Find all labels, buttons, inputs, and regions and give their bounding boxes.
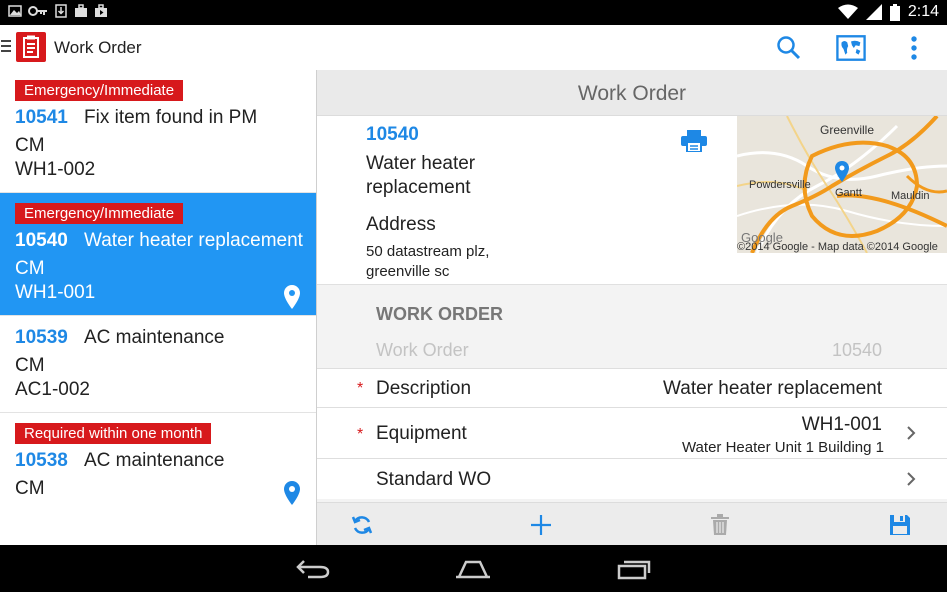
map-thumbnail[interactable]: Greenville Powdersville Gantt Mauldin Go… [737,116,947,253]
list-item[interactable]: 10539 AC maintenance CM AC1-002 [0,316,316,413]
map-label-gantt: Gantt [835,187,862,199]
system-nav-bar [0,545,947,592]
description-label: Description [376,378,472,399]
map-button[interactable] [836,33,866,63]
item-code: AC1-002 [15,379,90,400]
chevron-right-icon[interactable] [906,426,916,440]
chevron-right-icon[interactable] [906,472,916,486]
description-field[interactable]: * Description Water heater replacement [317,368,947,407]
back-button[interactable] [293,557,333,581]
item-title: Fix item found in PM [84,107,258,128]
item-type: CM [15,355,45,376]
item-title: AC maintenance [84,327,225,348]
key-icon [28,6,47,16]
location-pin-icon[interactable] [284,481,300,505]
status-time: 2:14 [907,3,939,20]
home-button[interactable] [453,557,493,581]
map-label-greenville: Greenville [820,123,874,137]
address-text: 50 datastream plz, greenville sc [366,243,490,280]
summary-card: 10540 Water heater replacement Address 5… [317,116,947,285]
item-type: CM [15,135,45,156]
required-mark: * [357,380,364,397]
item-code: WH1-001 [15,282,96,303]
search-button[interactable] [774,33,804,63]
address-label: Address [366,214,436,235]
refresh-icon [351,516,373,534]
priority-badge: Emergency/Immediate [15,80,184,101]
back-icon [296,560,330,579]
readonly-field-label: Work Order [376,340,469,360]
briefcase-icon [75,4,87,17]
wifi-icon [837,4,858,19]
location-pin-icon[interactable] [284,285,300,309]
app-bar: Work Order [0,25,947,71]
standard-wo-field[interactable]: Standard WO [317,458,947,499]
refresh-button[interactable] [350,513,374,537]
action-bar [317,502,947,545]
detail-header: Work Order [317,70,947,116]
priority-badge: Required within one month [15,423,212,444]
play-store-icon [95,4,107,17]
map-label-powdersville: Powdersville [749,179,811,191]
overflow-menu-icon [911,36,917,60]
priority-badge: Emergency/Immediate [15,203,184,224]
app-title: Work Order [54,38,142,57]
download-icon [55,4,67,18]
equipment-value: WH1-001 [801,414,882,435]
app-logo-icon[interactable] [16,32,46,62]
description-value: Water heater replacement [663,378,882,399]
delete-button[interactable] [708,513,732,537]
map-label-mauldin: Mauldin [891,190,930,202]
overflow-menu-button[interactable] [899,33,929,63]
item-id: 10539 [15,327,68,348]
menu-icon[interactable] [1,40,11,55]
add-button[interactable] [529,513,553,537]
list-item-selected[interactable]: Emergency/Immediate 10540 Water heater r… [0,193,316,316]
search-icon [777,36,801,60]
home-icon [456,560,490,579]
delete-icon [711,514,729,535]
map-roads: Greenville Powdersville Gantt Mauldin Go… [737,116,947,253]
work-order-list[interactable]: Emergency/Immediate 10541 Fix item found… [0,70,317,545]
equipment-field[interactable]: * Equipment WH1-001 Water Heater Unit 1 … [317,407,947,458]
summary-id: 10540 [366,124,419,145]
save-button[interactable] [888,513,912,537]
map-attribution: ©2014 Google - Map data ©2014 Google [737,241,938,253]
status-bar: 2:14 [0,0,947,25]
save-icon [890,515,910,535]
detail-pane: Work Order 10540 Water heater replacemen… [317,70,947,545]
equipment-label: Equipment [376,423,467,444]
item-type: CM [15,478,45,499]
required-mark: * [357,426,364,443]
item-title: Water heater replacement [84,230,303,251]
print-icon[interactable] [681,130,707,152]
item-id: 10538 [15,450,68,471]
item-title: AC maintenance [84,450,225,471]
add-icon [531,515,551,535]
list-item[interactable]: Required within one month 10538 AC maint… [0,413,316,511]
section-title: WORK ORDER [376,304,503,324]
signal-icon [865,4,882,20]
item-code: WH1-002 [15,159,96,180]
gallery-icon [8,5,22,17]
summary-description: Water heater replacement [366,153,476,198]
map-icon [836,35,866,61]
item-type: CM [15,258,45,279]
standard-wo-label: Standard WO [376,469,492,490]
recents-button[interactable] [614,557,654,581]
item-id: 10541 [15,107,68,128]
recents-icon [617,560,651,580]
item-id: 10540 [15,230,68,251]
battery-icon [889,3,900,21]
readonly-field-value: 10540 [831,340,882,360]
equipment-subtitle: Water Heater Unit 1 Building 1 [681,439,884,456]
list-item[interactable]: Emergency/Immediate 10541 Fix item found… [0,70,316,193]
